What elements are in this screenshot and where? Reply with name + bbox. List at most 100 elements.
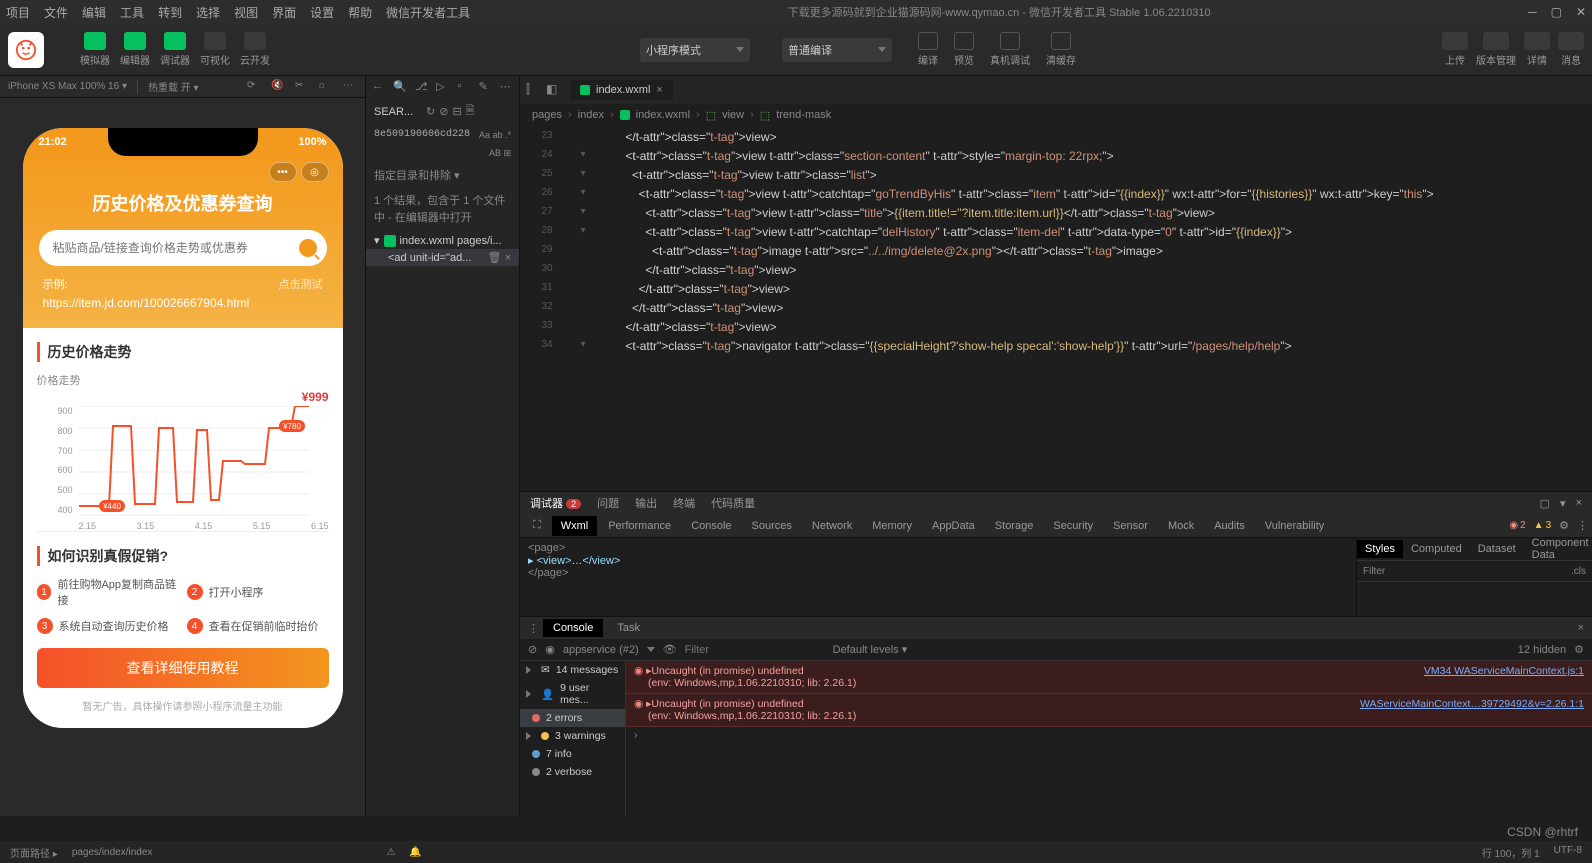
collapse-icon[interactable]: ⊟ — [452, 105, 461, 118]
mock-tab[interactable]: Mock — [1159, 516, 1203, 536]
clear-icon[interactable]: ⊘ — [439, 105, 448, 118]
example-test-link[interactable]: 点击测试 — [279, 276, 323, 292]
error-link[interactable]: VM34 WAServiceMainContext.js:1 — [1424, 665, 1584, 689]
menu-item[interactable]: 编辑 — [82, 4, 106, 21]
perf-tab[interactable]: Performance — [599, 516, 680, 536]
file-tab[interactable]: index.wxml× — [570, 80, 673, 100]
error-count-icon[interactable]: ◉ 2 — [1509, 520, 1525, 531]
details-button[interactable]: 详情 — [1524, 32, 1550, 67]
task-tab[interactable]: Task — [607, 619, 650, 637]
search-icon[interactable] — [299, 239, 317, 257]
menu-item[interactable]: 工具 — [120, 4, 144, 21]
terminal-tab[interactable]: 终端 — [673, 495, 695, 511]
console-tab[interactable]: Console — [682, 516, 740, 536]
close-tab-icon[interactable]: × — [656, 84, 662, 96]
editor-button[interactable]: 编辑器 — [116, 31, 154, 69]
scope-select[interactable]: appservice (#2) — [563, 644, 655, 656]
debugger-tab[interactable]: 调试器 2 — [530, 495, 581, 511]
tutorial-button[interactable]: 查看详细使用教程 — [37, 648, 329, 688]
scope-icon[interactable]: ◉ — [545, 643, 555, 656]
capsule-menu-icon[interactable]: ••• — [269, 162, 297, 182]
menu-item[interactable]: 转到 — [158, 4, 182, 21]
debugger-button[interactable]: 调试器 — [156, 31, 194, 69]
more-icon[interactable]: ⋯ — [343, 80, 357, 94]
close-icon[interactable]: × — [1576, 497, 1582, 509]
result-file[interactable]: ▾index.wxml pages/i... — [366, 232, 519, 249]
cloud-button[interactable]: 云开发 — [236, 31, 274, 69]
version-button[interactable]: 版本管理 — [1476, 32, 1516, 67]
search-text-input[interactable] — [374, 106, 422, 118]
sensor-tab[interactable]: Sensor — [1104, 516, 1157, 536]
preview-button[interactable]: 预览 — [954, 32, 974, 67]
error-link[interactable]: WAServiceMainContext…39729492&v=2.26.1:1 — [1360, 698, 1584, 722]
menu-item[interactable]: 项目 — [6, 4, 30, 21]
cls-toggle[interactable]: .cls — [1571, 566, 1586, 577]
crumb[interactable]: pages — [532, 109, 562, 121]
clear-console-icon[interactable]: ⊘ — [528, 643, 537, 656]
result-match[interactable]: <ad unit-id="ad...🗑 × — [366, 249, 519, 266]
filter-user[interactable]: 👤9 user mes... — [520, 679, 625, 709]
preview-icon[interactable]: ◧ — [546, 82, 562, 98]
visual-button[interactable]: 可视化 — [196, 31, 234, 69]
upload-button[interactable]: 上传 — [1442, 32, 1468, 67]
box-icon[interactable]: ▫ — [457, 80, 470, 94]
warn-count-icon[interactable]: ▲ 3 — [1534, 520, 1551, 531]
menu-item[interactable]: 界面 — [272, 4, 296, 21]
network-tab[interactable]: Network — [803, 516, 861, 536]
search-icon[interactable]: 🔍 — [393, 80, 407, 94]
newfile-icon[interactable]: 🗎 — [466, 102, 475, 121]
menu-item[interactable]: 微信开发者工具 — [386, 4, 470, 21]
menu-item[interactable]: 文件 — [44, 4, 68, 21]
close-icon[interactable]: ✕ — [1576, 5, 1586, 19]
cut-icon[interactable]: ✂ — [295, 80, 309, 94]
filter-info[interactable]: 7 info — [520, 745, 625, 763]
mode-select[interactable]: 小程序模式 — [640, 38, 750, 62]
console-menu-icon[interactable]: ⋮ — [528, 622, 539, 635]
security-tab[interactable]: Security — [1044, 516, 1102, 536]
menu-item[interactable]: 视图 — [234, 4, 258, 21]
compile-button[interactable]: 编译 — [918, 32, 938, 67]
memory-tab[interactable]: Memory — [863, 516, 921, 536]
toggle-includes[interactable]: 指定目录和排除 ▾ — [366, 163, 519, 187]
refresh-icon[interactable]: ↻ — [426, 105, 435, 118]
filter-warnings[interactable]: 3 warnings — [520, 727, 625, 745]
sources-tab[interactable]: Sources — [743, 516, 801, 536]
console-filter-input[interactable] — [685, 644, 805, 656]
menu-item[interactable]: 设置 — [310, 4, 334, 21]
split-icon[interactable]: ⫿ — [526, 82, 542, 98]
edit-icon[interactable]: ✎ — [479, 80, 492, 94]
rotate-icon[interactable]: ⟳ — [247, 80, 261, 94]
crumb[interactable]: view — [722, 109, 744, 121]
more-icon[interactable]: ⋯ — [500, 80, 513, 94]
warning-status-icon[interactable]: ⚠ — [386, 847, 395, 858]
close-drawer-icon[interactable]: × — [1578, 622, 1584, 634]
simulator-button[interactable]: 模拟器 — [76, 31, 114, 69]
menu-item[interactable]: 选择 — [196, 4, 220, 21]
wxml-tree[interactable]: <page> ▸ <view>…</view> </page> — [520, 538, 1356, 616]
code-editor[interactable]: 232425262728293031323334 ▾▾▾▾▾▾ </t-attr… — [520, 126, 1592, 491]
styles-filter-input[interactable]: Filter — [1363, 566, 1385, 577]
crumb[interactable]: index.wxml — [636, 109, 690, 121]
bell-icon[interactable]: 🔔 — [409, 847, 421, 858]
quality-tab[interactable]: 代码质量 — [711, 495, 755, 511]
crumb[interactable]: index — [578, 109, 604, 121]
eye-icon[interactable]: 👁 — [663, 643, 677, 656]
branch-icon[interactable]: ⎇ — [415, 80, 428, 94]
audits-tab[interactable]: Audits — [1205, 516, 1254, 536]
filter-errors[interactable]: 2 errors — [520, 709, 625, 727]
search-field[interactable] — [53, 241, 299, 255]
clear-cache-button[interactable]: 清缓存 — [1046, 32, 1076, 67]
search-input[interactable] — [39, 230, 327, 266]
console-prompt[interactable]: › — [626, 727, 1592, 743]
gear-icon[interactable]: ⚙ — [1559, 519, 1569, 532]
debug-icon[interactable]: ▷ — [436, 80, 449, 94]
compile-select[interactable]: 普通编译 — [782, 38, 892, 62]
dataset-tab[interactable]: Dataset — [1470, 540, 1524, 558]
error-row[interactable]: ◉ ▸Uncaught (in promise) undefined(env: … — [626, 661, 1592, 694]
more-icon[interactable]: ⋮ — [1577, 519, 1588, 532]
problems-tab[interactable]: 问题 — [597, 495, 619, 511]
output-tab[interactable]: 输出 — [635, 495, 657, 511]
menu-item[interactable]: 帮助 — [348, 4, 372, 21]
expand-icon[interactable]: ▢ — [1540, 497, 1550, 510]
appdata-tab[interactable]: AppData — [923, 516, 984, 536]
